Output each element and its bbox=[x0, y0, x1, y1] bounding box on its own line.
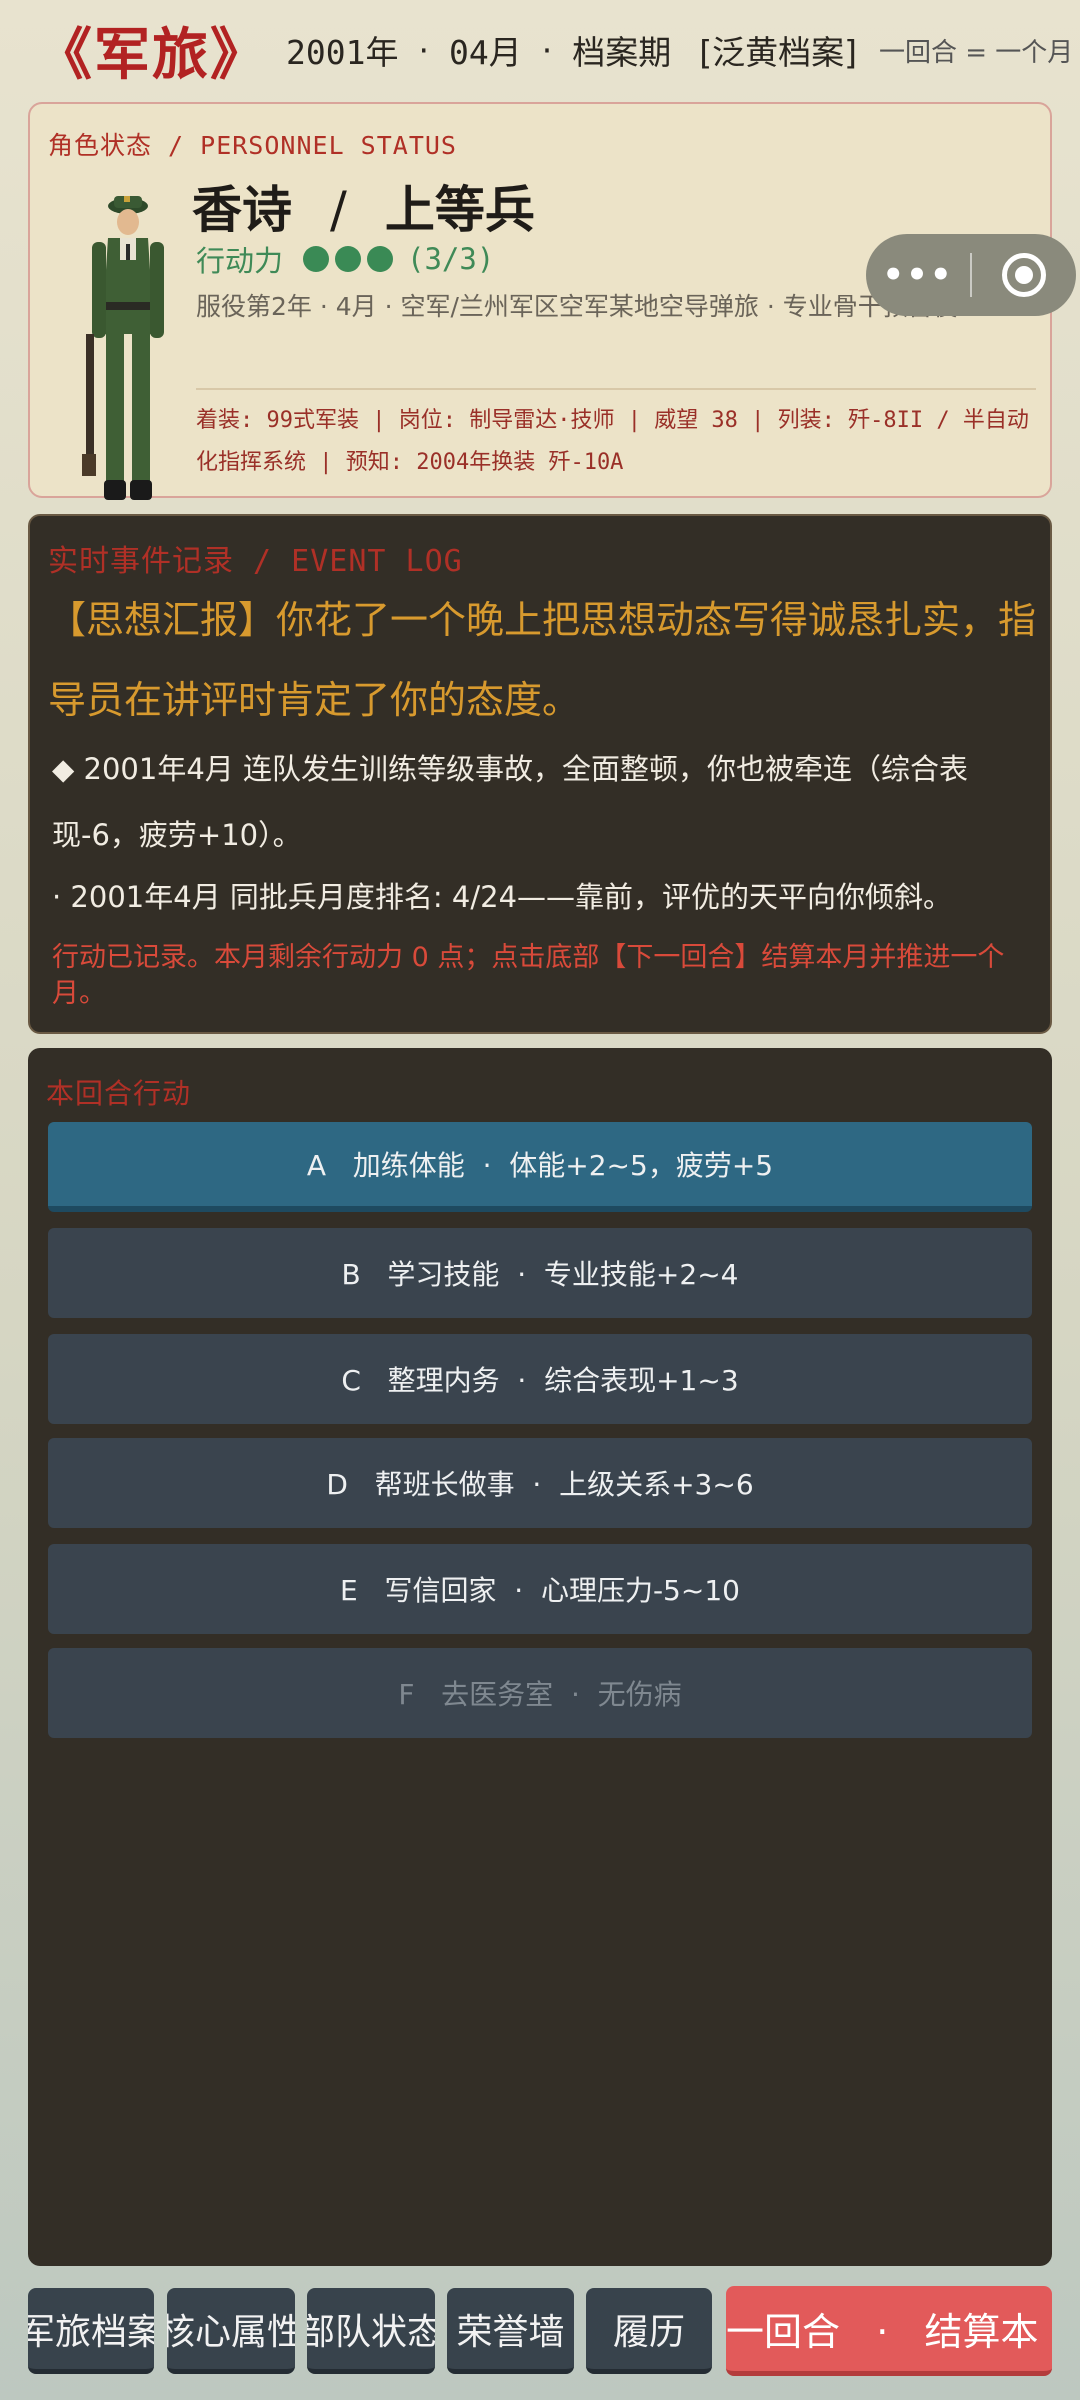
tab-resume[interactable]: 履历 bbox=[586, 2288, 712, 2374]
current-year: 2001年 bbox=[286, 33, 399, 72]
separator-dot: · bbox=[541, 30, 553, 70]
game-logo: 《军旅》 bbox=[36, 22, 268, 88]
tab-honor-wall[interactable]: 荣誉墙 bbox=[447, 2288, 574, 2374]
event-log-entry: · 2001年4月 同批兵月度排名: 4/24——靠前，评优的天平向你倾斜。 bbox=[52, 880, 953, 914]
action-point-dot bbox=[367, 246, 394, 272]
action-points-dots bbox=[297, 246, 394, 272]
status-divider bbox=[196, 388, 1036, 390]
action-c-button[interactable]: C 整理内务 · 综合表现+1~3 bbox=[48, 1334, 1032, 1424]
action-point-dot bbox=[335, 246, 362, 272]
soldier-portrait bbox=[82, 196, 164, 500]
character-name-rank: 香诗 / 上等兵 bbox=[192, 170, 535, 242]
miniprogram-capsule: ••• bbox=[866, 234, 1076, 316]
archive-tag: [泛黄档案] bbox=[699, 33, 857, 72]
action-point-dot bbox=[303, 246, 330, 272]
turn-note: 一回合 = 一个月 bbox=[878, 37, 1074, 68]
action-b-button[interactable]: B 学习技能 · 专业技能+2~4 bbox=[48, 1228, 1032, 1318]
character-name: 香诗 bbox=[192, 181, 292, 239]
period-label: 档案期 bbox=[572, 33, 672, 72]
character-rank: 上等兵 bbox=[384, 181, 535, 239]
equipment-info: 着装: 99式军装 | 岗位: 制导雷达·技师 | 威望 38 | 列装: 歼-… bbox=[196, 408, 1029, 475]
actions-section-title: 本回合行动 bbox=[46, 1077, 192, 1110]
turn-actions-card: 本回合行动 A 加练体能 · 体能+2~5，疲劳+5 B 学习技能 · 专业技能… bbox=[28, 1048, 1052, 2266]
event-log-entry: ◆ 2001年4月 连队发生训练等级事故，全面整顿，你也被牵连（综合表现-6，疲… bbox=[52, 752, 968, 852]
event-main-text: 【思想汇报】你花了一个晚上把思想动态写得诚恳扎实，指导员在讲评时肯定了你的态度。 bbox=[48, 598, 1037, 722]
action-points-label: 行动力 bbox=[196, 244, 284, 278]
event-log-title: 实时事件记录 / EVENT LOG bbox=[48, 544, 463, 579]
action-points: 行动力 (3/3) bbox=[196, 238, 494, 280]
close-miniprogram-icon[interactable] bbox=[972, 253, 1076, 297]
status-section-title: 角色状态 / PERSONNEL STATUS bbox=[48, 131, 457, 160]
action-recorded-note: 行动已记录。本月剩余行动力 0 点；点击底部【下一回合】结算本月并推进一个月。 bbox=[52, 942, 1005, 1009]
tab-unit-status[interactable]: 部队状态 bbox=[307, 2288, 435, 2374]
action-f-button[interactable]: F 去医务室 · 无伤病 bbox=[48, 1648, 1032, 1738]
current-month: 04月 bbox=[448, 33, 522, 72]
top-header: 《军旅》 2001年 · 04月 · 档案期 [泛黄档案] 一回合 = 一个月 bbox=[0, 0, 1080, 100]
action-points-count: (3/3) bbox=[407, 242, 495, 276]
next-turn-button[interactable]: 一回合 · 结算本 bbox=[726, 2286, 1052, 2376]
name-rank-slash: / bbox=[330, 181, 347, 239]
personnel-status-card: 角色状态 / PERSONNEL STATUS 香诗 / 上等兵 行动力 (3/… bbox=[28, 102, 1076, 500]
tab-attributes[interactable]: 核心属性 bbox=[167, 2288, 295, 2374]
more-menu-icon[interactable]: ••• bbox=[866, 255, 970, 295]
event-log-card: 实时事件记录 / EVENT LOG 【思想汇报】你花了一个晚上把思想动态写得诚… bbox=[28, 514, 1052, 1034]
separator-dot: · bbox=[418, 30, 429, 70]
action-d-button[interactable]: D 帮班长做事 · 上级关系+3~6 bbox=[48, 1438, 1032, 1528]
action-a-button[interactable]: A 加练体能 · 体能+2~5，疲劳+5 bbox=[48, 1122, 1032, 1212]
action-e-button[interactable]: E 写信回家 · 心理压力-5~10 bbox=[48, 1544, 1032, 1634]
tab-archive[interactable]: 军旅档案 bbox=[28, 2288, 154, 2374]
